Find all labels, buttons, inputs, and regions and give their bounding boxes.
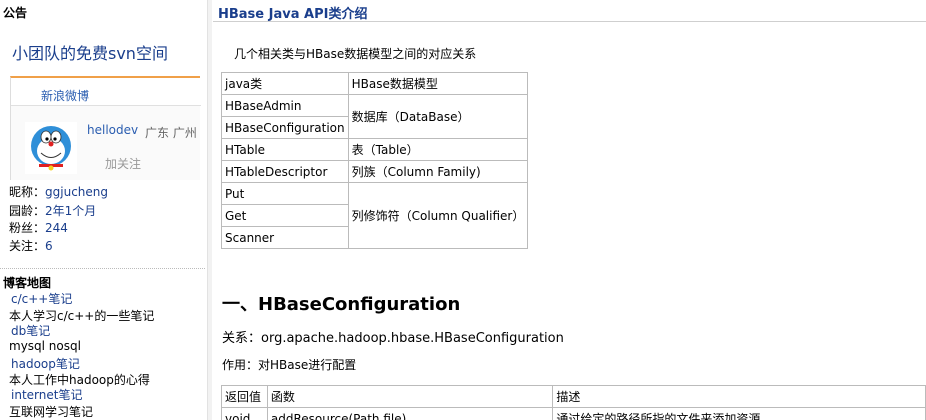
table-row: HTable 表（Table） bbox=[221, 138, 529, 161]
table-row: HBaseAdmin 数据库（DataBase） bbox=[221, 94, 529, 139]
stat-nickname-label: 昵称： bbox=[9, 185, 46, 199]
api-table: 返回值 函数 描述 void addResource(Path file) 通过… bbox=[221, 385, 926, 420]
table-cell: 数据库（DataBase） bbox=[347, 94, 529, 139]
nav-desc-db: mysql nosql bbox=[9, 339, 81, 353]
table-header-cell: 描述 bbox=[552, 385, 926, 408]
stat-following-value[interactable]: 6 bbox=[45, 239, 53, 253]
table-cell: HBase数据模型 bbox=[347, 72, 529, 95]
weibo-follow-button[interactable]: 加关注 bbox=[105, 155, 141, 172]
stat-age-label: 园龄： bbox=[9, 204, 46, 218]
stat-age: 园龄：2年1个月 bbox=[9, 202, 96, 219]
stat-nickname-value[interactable]: ggjucheng bbox=[45, 185, 108, 199]
table-cell: HBaseConfiguration bbox=[221, 116, 349, 139]
stat-following-label: 关注： bbox=[9, 239, 46, 253]
nav-desc-internet: 互联网学习笔记 bbox=[9, 405, 94, 419]
nav-link-cpp[interactable]: c/c++笔记 bbox=[11, 290, 72, 307]
weibo-username[interactable]: hellodev bbox=[87, 123, 138, 137]
usage-text: 作用：对HBase进行配置 bbox=[222, 358, 357, 372]
nav-link-hadoop[interactable]: hadoop笔记 bbox=[11, 355, 80, 372]
table-cell: 表（Table） bbox=[347, 138, 529, 161]
table-row: java类 HBase数据模型 bbox=[221, 72, 529, 95]
post-title[interactable]: HBase Java API类介绍 bbox=[218, 3, 367, 22]
table-cell: java类 bbox=[221, 72, 349, 95]
mapping-table: java类 HBase数据模型 HBaseAdmin 数据库（DataBase）… bbox=[221, 72, 529, 249]
weibo-tab[interactable]: 新浪微博 bbox=[11, 78, 201, 106]
table-row: void addResource(Path file) 通过给定的路径所指的文件… bbox=[221, 407, 926, 420]
weibo-widget: 新浪微博 hellodev 广东 广州 加关注 bbox=[10, 76, 201, 180]
avatar[interactable] bbox=[25, 122, 77, 174]
title-divider bbox=[213, 21, 926, 22]
stat-age-value[interactable]: 2年1个月 bbox=[45, 204, 96, 218]
intro-text: 几个相关类与HBase数据模型之间的对应关系 bbox=[234, 47, 477, 61]
table-cell: Put bbox=[221, 182, 349, 205]
stat-fans: 粉丝：244 bbox=[9, 219, 68, 236]
table-cell: HBaseAdmin bbox=[221, 94, 349, 117]
table-cell: 通过给定的路径所指的文件来添加资源 bbox=[552, 407, 926, 420]
stat-fans-value[interactable]: 244 bbox=[45, 221, 68, 235]
table-cell: HTable bbox=[221, 138, 349, 161]
stat-fans-label: 粉丝： bbox=[9, 221, 46, 235]
table-cell: void bbox=[221, 407, 268, 420]
table-header-cell: 返回值 bbox=[221, 385, 268, 408]
table-row: HTableDescriptor 列族（Column Family) bbox=[221, 160, 529, 183]
stat-following: 关注：6 bbox=[9, 237, 53, 254]
table-cell: Get bbox=[221, 204, 349, 227]
sidebar: 公告 小团队的免费svn空间 新浪微博 hellodev 广东 广州 加关注 昵… bbox=[0, 0, 205, 420]
nav-link-db[interactable]: db笔记 bbox=[11, 322, 50, 339]
relation-text: 关系：org.apache.hadoop.hbase.HBaseConfigur… bbox=[222, 331, 564, 346]
stat-nickname: 昵称：ggjucheng bbox=[9, 183, 108, 200]
table-cell: addResource(Path file) bbox=[266, 407, 554, 420]
weibo-location: 广东 广州 bbox=[145, 126, 197, 140]
svn-space-link[interactable]: 小团队的免费svn空间 bbox=[12, 40, 168, 64]
table-header-cell: 函数 bbox=[266, 385, 554, 408]
weibo-tab-label: 新浪微博 bbox=[41, 89, 90, 103]
column-separator bbox=[207, 0, 212, 420]
section-heading: 一、HBaseConfiguration bbox=[222, 294, 461, 315]
announcement-heading: 公告 bbox=[3, 6, 28, 20]
nav-link-internet[interactable]: internet笔记 bbox=[11, 386, 82, 403]
table-row: 返回值 函数 描述 bbox=[221, 385, 926, 408]
table-cell: HTableDescriptor bbox=[221, 160, 349, 183]
table-cell: 列修饰符（Column Qualifier） bbox=[347, 182, 529, 249]
table-cell: Scanner bbox=[221, 226, 349, 249]
sidebar-divider bbox=[0, 268, 205, 269]
table-cell: 列族（Column Family) bbox=[347, 160, 529, 183]
table-row: Put 列修饰符（Column Qualifier） bbox=[221, 182, 529, 249]
